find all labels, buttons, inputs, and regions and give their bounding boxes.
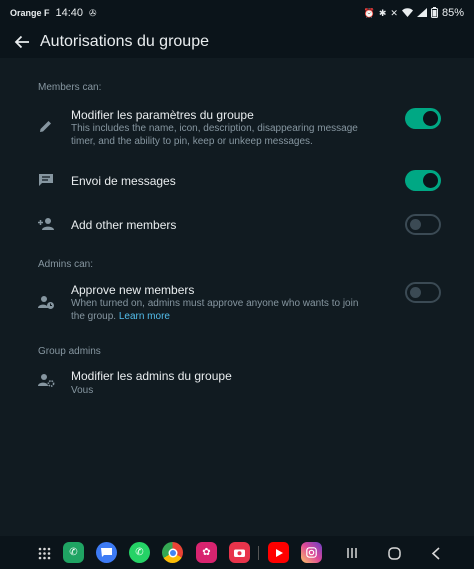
clock: 14:40 [55, 7, 84, 19]
message-icon [36, 170, 56, 190]
recent-apps-icon[interactable] [343, 544, 361, 562]
edit-admins-title: Modifier les admins du groupe [71, 369, 232, 383]
phone-app-icon[interactable]: ✆ [63, 542, 84, 563]
send-messages-toggle[interactable] [405, 170, 441, 191]
send-messages-title: Envoi de messages [71, 174, 176, 188]
wifi-icon [401, 7, 413, 19]
admins-section-label: Admins can: [38, 259, 94, 270]
approve-members-title: Approve new members [71, 283, 195, 297]
members-section-label: Members can: [38, 82, 102, 93]
page-title: Autorisations du groupe [40, 33, 209, 50]
home-icon[interactable] [385, 544, 403, 562]
battery-icon [430, 6, 438, 20]
youtube-app-icon[interactable] [268, 542, 289, 563]
approve-members-toggle[interactable] [405, 282, 441, 303]
edit-admins-subtitle: Vous [71, 385, 94, 396]
admin-settings-icon [36, 370, 56, 390]
send-messages-row[interactable]: Envoi de messages [0, 166, 474, 194]
carrier-label: Orange F [10, 8, 50, 18]
add-members-title: Add other members [71, 218, 177, 232]
bluetooth-icon: ✱ [378, 7, 387, 18]
navigation-bar: ✆ ✆ ✿ [0, 536, 474, 569]
taskbar-divider [258, 546, 259, 560]
edit-group-settings-title: Modifier les paramètres du groupe [71, 108, 254, 122]
add-members-toggle[interactable] [405, 214, 441, 235]
chrome-app-icon[interactable] [162, 542, 183, 563]
pencil-icon [36, 116, 56, 136]
add-members-row[interactable]: Add other members [0, 210, 474, 238]
instagram-app-icon[interactable] [301, 542, 322, 563]
add-person-icon [36, 214, 56, 234]
battery-level: 85% [441, 7, 464, 19]
edit-group-settings-toggle[interactable] [405, 108, 441, 129]
mute-icon: ✕ [390, 7, 398, 18]
gallery-app-icon[interactable]: ✿ [196, 542, 217, 563]
status-bar: Orange F 14:40 ✇ ⏰ ✱ ✕ 85% [0, 0, 474, 26]
person-approval-icon [36, 292, 56, 312]
approve-members-row[interactable]: Approve new members When turned on, admi… [0, 278, 474, 328]
back-button[interactable] [0, 26, 44, 58]
arrow-left-icon [14, 35, 29, 49]
permissions-list: Members can: Modifier les paramètres du … [0, 58, 474, 536]
group-admins-section-label: Group admins [38, 346, 101, 357]
alarm-icon: ⏰ [363, 7, 375, 18]
back-nav-icon[interactable] [427, 544, 445, 562]
edit-admins-row[interactable]: Modifier les admins du groupe Vous [0, 364, 474, 400]
notification-icon: ✇ [89, 7, 97, 18]
whatsapp-app-icon[interactable]: ✆ [129, 542, 150, 563]
app-bar: Autorisations du groupe [0, 26, 474, 58]
edit-group-settings-row[interactable]: Modifier les paramètres du groupe This i… [0, 102, 474, 154]
signal-icon [416, 7, 427, 19]
learn-more-link[interactable]: Learn more [119, 311, 170, 322]
edit-group-settings-description: This includes the name, icon, descriptio… [71, 123, 358, 147]
camera-app-icon[interactable] [229, 542, 250, 563]
messages-app-icon[interactable] [96, 542, 117, 563]
approve-members-description: When turned on, admins must approve anyo… [71, 298, 359, 322]
app-drawer-icon[interactable] [35, 544, 53, 562]
